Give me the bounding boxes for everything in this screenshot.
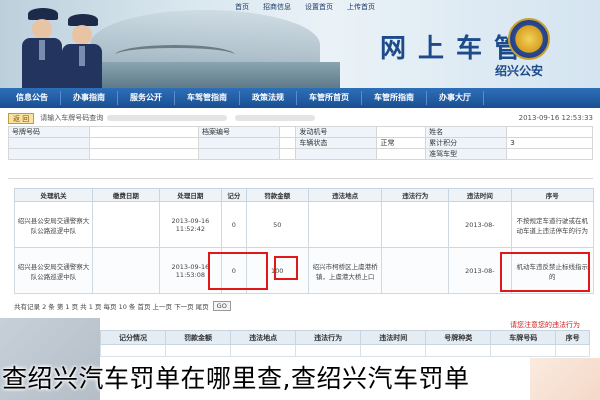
cell-action [381, 201, 450, 248]
police-emblem-icon [508, 18, 550, 60]
table-row[interactable]: 绍兴县公安局交通警察大队公路巡逻中队 2013-09-16 11:52:42 0… [14, 201, 595, 248]
officer-figure [58, 14, 106, 88]
nav-item[interactable]: 车管所指南 [362, 91, 427, 105]
column-header: 违法行为 [295, 330, 362, 345]
info-value [506, 126, 593, 138]
top-link[interactable]: 招商信息 [263, 2, 291, 14]
cell-org: 绍兴县公安局交通警察大队公路巡逻中队 [14, 201, 93, 248]
caption-overlay: 查绍兴汽车罚单在哪里查,查绍兴汽车罚单 [2, 364, 470, 393]
site-subtitle: 绍兴公安 [495, 64, 544, 78]
column-header: 违法行为 [381, 188, 450, 202]
vehicle-status: 正常 [376, 137, 427, 149]
nav-item[interactable]: 服务公开 [118, 91, 175, 105]
column-header: 罚款金额 [165, 330, 232, 345]
blurred-field [235, 115, 316, 121]
column-header: 处理机关 [14, 188, 93, 202]
nav-item[interactable]: 政策法规 [240, 91, 297, 105]
info-bar: 返 回 请输入车牌号码查询 2013-09-16 12:53:33 [8, 112, 593, 124]
highlight-date-box [208, 252, 268, 290]
column-header: 违法时间 [448, 188, 512, 202]
cell-action [381, 247, 450, 294]
info-value [376, 126, 427, 138]
column-header: 缴费日期 [91, 188, 160, 202]
info-label: 发动机号 [295, 126, 378, 138]
cell-place: 绍兴市柯桥区上虞港桥镇，上虞港大桥上口 [307, 247, 383, 294]
cell-violation: 不按规定车道行驶或在机动车道上违法停车的行为 [510, 201, 595, 248]
go-button[interactable]: GO [212, 301, 231, 311]
info-label: 姓名 [425, 126, 508, 138]
column-header: 序号 [555, 330, 590, 345]
cell-fine: 50 [245, 201, 309, 248]
info-value [279, 126, 297, 138]
top-links: 首页 招商信息 设置首页 上传首页 [235, 2, 375, 14]
pager-text: 共有记录 2 条 第 1 页 共 1 页 每页 10 条 首页 上一页 下一页 … [14, 303, 209, 311]
info-text: 请输入车牌号码查询 [40, 114, 104, 122]
highlight-violation-box [500, 252, 590, 292]
points-value: 3 [506, 137, 593, 149]
column-header: 记分情况 [99, 330, 167, 345]
info-label: 号牌号码 [7, 126, 91, 138]
column-header: 序号 [510, 188, 595, 202]
blurred-field [107, 115, 228, 121]
column-header: 违法时间 [360, 330, 427, 345]
cell-pay [91, 201, 160, 248]
divider [8, 178, 593, 184]
cell-time: 2013-08- [448, 201, 512, 248]
landscape-water [80, 62, 340, 88]
main-nav: 信息公告 办事指南 服务公开 车驾管指南 政策法规 车管所首页 车管所指南 办事… [0, 88, 600, 108]
column-header: 罚款金额 [245, 188, 309, 202]
landscape-bridge [115, 45, 235, 65]
nav-item[interactable]: 车管所首页 [297, 91, 362, 105]
column-header: 处理日期 [158, 188, 223, 202]
info-value [89, 126, 200, 138]
nav-item[interactable]: 办事大厅 [427, 91, 484, 105]
info-label: 档案编号 [198, 126, 281, 138]
cell-org: 绍兴县公安局交通警察大队公路巡逻中队 [14, 247, 93, 294]
lower-table: 记分情况 罚款金额 违法地点 违法行为 违法时间 号牌种类 车牌号码 序号 [99, 330, 590, 357]
table-header-row: 处理机关 缴费日期 处理日期 记分 罚款金额 违法地点 违法行为 违法时间 序号 [14, 188, 595, 202]
cell-place [307, 201, 383, 248]
info-label: 累计积分 [425, 137, 508, 149]
info-label: 车辆状态 [295, 137, 378, 149]
nav-item[interactable]: 车驾管指南 [175, 91, 240, 105]
top-link[interactable]: 上传首页 [347, 2, 375, 14]
header-banner: 首页 招商信息 设置首页 上传首页 网上车管 绍兴公安 [0, 0, 600, 88]
warning-text: 请您注意您的违法行为 [510, 321, 580, 329]
highlight-score-box [274, 256, 298, 280]
column-header: 违法地点 [230, 330, 297, 345]
nav-item[interactable]: 信息公告 [4, 91, 61, 105]
pagination: 共有记录 2 条 第 1 页 共 1 页 每页 10 条 首页 上一页 下一页 … [14, 300, 594, 312]
cell-score: 0 [221, 201, 247, 248]
column-header: 违法地点 [307, 188, 383, 202]
cell-date: 2013-09-16 11:52:42 [158, 201, 223, 248]
column-header: 号牌种类 [425, 330, 492, 345]
column-header: 车牌号码 [490, 330, 557, 345]
column-header: 记分 [221, 188, 247, 202]
top-link[interactable]: 首页 [235, 2, 249, 14]
top-link[interactable]: 设置首页 [305, 2, 333, 14]
query-datetime: 2013-09-16 12:53:33 [518, 114, 593, 122]
vehicle-info-table: 号牌号码 档案编号 发动机号 姓名 车辆状态 正常 累计积分 3 准驾车型 [7, 126, 593, 160]
nav-item[interactable]: 办事指南 [61, 91, 118, 105]
info-label: 准驾车型 [425, 148, 508, 160]
back-button[interactable]: 返 回 [8, 112, 35, 124]
cell-pay [91, 247, 160, 294]
